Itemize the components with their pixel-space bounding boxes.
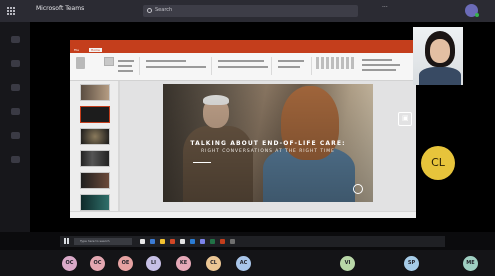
attendee-avatar[interactable]: KE bbox=[176, 256, 191, 271]
ribbon-group-arrange bbox=[274, 57, 312, 75]
files-icon[interactable] bbox=[11, 156, 20, 163]
ribbon-group-editing bbox=[358, 57, 414, 75]
powerpoint-status-bar bbox=[70, 211, 416, 218]
attendee-avatar[interactable]: SP bbox=[404, 256, 419, 271]
attendee-avatar[interactable]: ME bbox=[463, 256, 478, 271]
slide-thumbnail-selected[interactable] bbox=[80, 106, 110, 123]
ribbon-toolbar bbox=[70, 53, 416, 81]
taskbar-app-icon[interactable] bbox=[140, 239, 145, 244]
attendee-avatar[interactable]: AC bbox=[236, 256, 251, 271]
teams-title-bar: Microsoft Teams Search ··· bbox=[0, 0, 495, 22]
participant-avatar[interactable]: CL bbox=[421, 146, 455, 180]
attendee-avatar[interactable]: LI bbox=[146, 256, 161, 271]
slide-subtitle: RIGHT CONVERSATIONS AT THE RIGHT TIME bbox=[201, 149, 335, 154]
search-icon bbox=[147, 8, 152, 13]
slide-thumbnail[interactable] bbox=[80, 194, 110, 211]
search-input[interactable]: Search bbox=[143, 5, 358, 17]
teams-left-rail bbox=[0, 22, 30, 232]
ribbon-group-font bbox=[142, 57, 212, 75]
attendee-avatar[interactable]: OC bbox=[90, 256, 105, 271]
attendee-avatar[interactable]: OE bbox=[118, 256, 133, 271]
activity-icon[interactable] bbox=[11, 36, 20, 43]
slide-title: TALKING ABOUT END-OF-LIFE CARE: bbox=[190, 140, 346, 147]
calendar-icon[interactable] bbox=[11, 108, 20, 115]
chat-icon[interactable] bbox=[11, 60, 20, 67]
attendee-avatar[interactable]: VI bbox=[340, 256, 355, 271]
slide-logo-icon bbox=[353, 184, 363, 194]
shared-windows-taskbar: Type here to search bbox=[60, 236, 445, 247]
taskbar-app-icon[interactable] bbox=[200, 239, 205, 244]
taskbar-app-icon[interactable] bbox=[230, 239, 235, 244]
taskbar-app-icon[interactable] bbox=[170, 239, 175, 244]
slide-thumbnail[interactable] bbox=[80, 84, 110, 101]
pin-icon[interactable]: ▣ bbox=[398, 112, 412, 126]
participant-initials: CL bbox=[431, 156, 445, 169]
participant-video[interactable] bbox=[413, 27, 463, 85]
title-underline bbox=[193, 162, 211, 163]
taskbar-app-icon[interactable] bbox=[210, 239, 215, 244]
taskbar-search-box[interactable]: Type here to search bbox=[74, 238, 132, 245]
more-options-icon[interactable]: ··· bbox=[382, 4, 388, 11]
calls-icon[interactable] bbox=[11, 132, 20, 139]
search-placeholder: Search bbox=[155, 7, 173, 13]
slide-thumbnail[interactable] bbox=[80, 150, 110, 167]
app-name: Microsoft Teams bbox=[36, 5, 85, 12]
paste-icon[interactable] bbox=[76, 57, 85, 69]
attendee-avatar[interactable]: CL bbox=[206, 256, 221, 271]
slide-thumbnails-pane bbox=[70, 81, 120, 211]
taskbar-app-icon[interactable] bbox=[150, 239, 155, 244]
presence-status-badge bbox=[475, 13, 479, 17]
taskbar-app-icon[interactable] bbox=[190, 239, 195, 244]
teams-icon[interactable] bbox=[11, 84, 20, 91]
slide-thumbnail[interactable] bbox=[80, 128, 110, 145]
taskbar-app-icon[interactable] bbox=[180, 239, 185, 244]
ribbon-group-clipboard bbox=[100, 57, 140, 75]
slide-editing-area: TALKING ABOUT END-OF-LIFE CARE: RIGHT CO… bbox=[120, 81, 416, 211]
taskbar-app-icon[interactable] bbox=[160, 239, 165, 244]
powerpoint-title-bar bbox=[70, 40, 416, 47]
attendee-strip: OC OC OE LI KE CL AC VI SP ME bbox=[0, 250, 495, 276]
taskbar-app-icon[interactable] bbox=[220, 239, 225, 244]
slide-thumbnail[interactable] bbox=[80, 172, 110, 189]
windows-start-icon[interactable] bbox=[64, 238, 70, 244]
tab-file[interactable]: File bbox=[74, 48, 79, 52]
current-slide[interactable]: TALKING ABOUT END-OF-LIFE CARE: RIGHT CO… bbox=[163, 84, 373, 202]
ribbon-group-paragraph bbox=[214, 57, 272, 75]
attendee-avatar[interactable]: OC bbox=[62, 256, 77, 271]
tab-home[interactable]: Home bbox=[89, 48, 102, 52]
shared-powerpoint-window: File Home TALKING ABOUT END-OF-LIFE CARE… bbox=[70, 40, 416, 218]
shapes-gallery[interactable] bbox=[316, 57, 354, 69]
app-grid-icon[interactable] bbox=[7, 7, 16, 15]
